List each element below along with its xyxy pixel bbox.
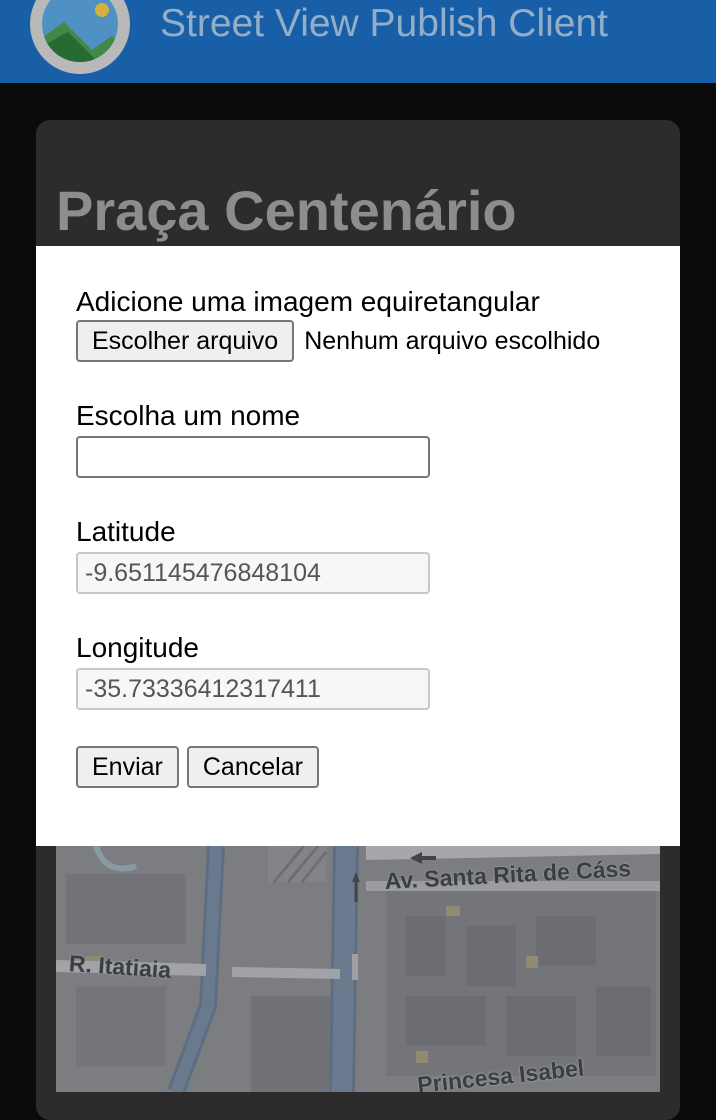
latitude-input[interactable] bbox=[76, 552, 430, 594]
upload-dialog: Adicione uma imagem equiretangular Escol… bbox=[36, 246, 680, 846]
dialog-actions: Enviar Cancelar bbox=[76, 746, 656, 788]
upload-form: Adicione uma imagem equiretangular Escol… bbox=[76, 286, 656, 788]
app-header: Street View Publish Client bbox=[0, 0, 716, 83]
name-input[interactable] bbox=[76, 436, 430, 478]
submit-button[interactable]: Enviar bbox=[76, 746, 179, 788]
name-label: Escolha um nome bbox=[76, 400, 301, 431]
file-status: Nenhum arquivo escolhido bbox=[304, 326, 601, 355]
latitude-label: Latitude bbox=[76, 516, 176, 547]
cancel-button[interactable]: Cancelar bbox=[186, 746, 319, 788]
place-title: Praça Centenário bbox=[56, 179, 517, 242]
file-label: Adicione uma imagem equiretangular bbox=[76, 286, 540, 317]
file-input[interactable]: Escolher arquivo Nenhum arquivo escolhid… bbox=[76, 320, 656, 362]
longitude-input[interactable] bbox=[76, 668, 430, 710]
landscape-logo-icon bbox=[30, 0, 130, 74]
longitude-label: Longitude bbox=[76, 632, 200, 663]
app-title: Street View Publish Client bbox=[160, 2, 609, 45]
street-map[interactable]: Av. Santa Rita de Cáss R. Itatiaia Princ… bbox=[56, 846, 660, 1092]
choose-file-button[interactable]: Escolher arquivo bbox=[76, 320, 295, 362]
